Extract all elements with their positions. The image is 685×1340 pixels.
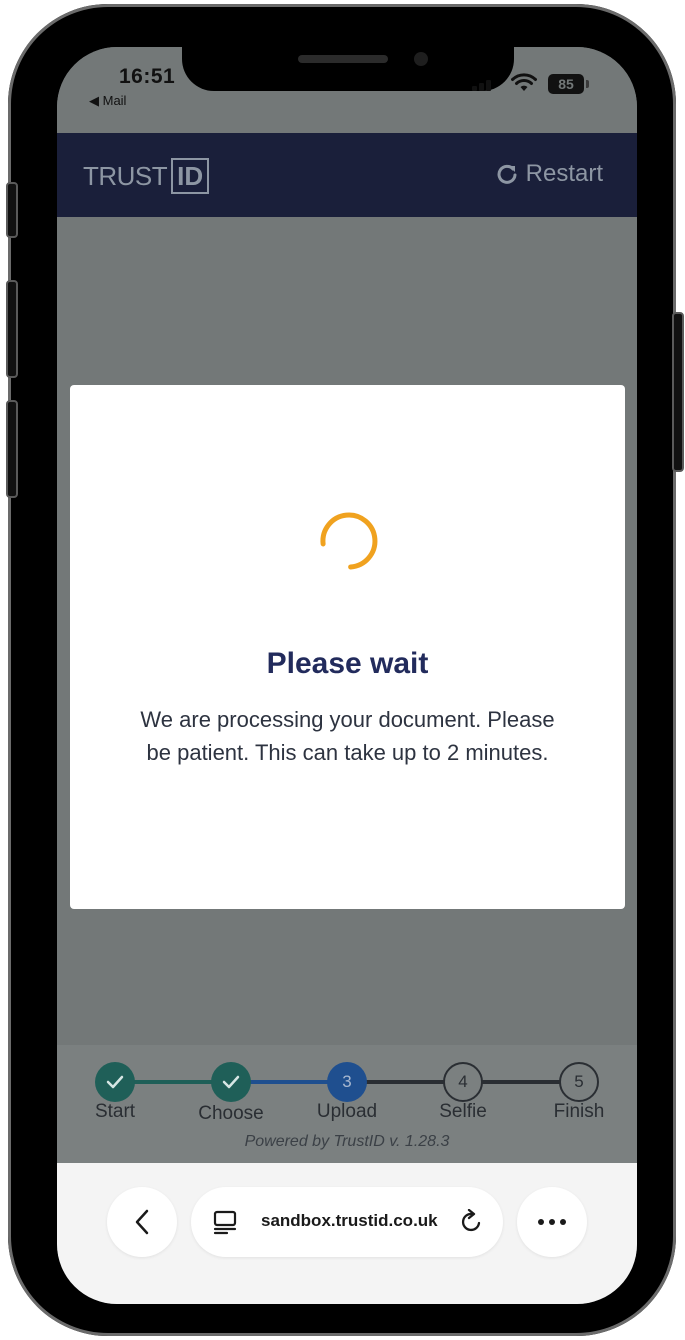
front-camera [414,52,428,66]
step-label-start: Start [94,1101,136,1122]
trustid-logo: TRUST ID [83,156,210,196]
dialog-message: We are processing your document. Please … [140,707,555,765]
battery-indicator: 85 [548,74,584,94]
logo-id-box: ID [171,158,210,194]
step-selfie-number: 4 [443,1062,483,1102]
step-label-choose: Choose [198,1103,264,1124]
screen: 16:51 ◀ Mail 85 TRUST ID Restart Please … [57,47,637,1304]
step-choose-check-icon [211,1062,251,1102]
speaker-grill [298,55,388,63]
step-label-selfie: Selfie [439,1101,487,1122]
step-finish-number: 5 [559,1062,599,1102]
step-label-finish: Finish [553,1101,605,1122]
app-header: TRUST ID Restart [57,133,637,217]
progress-stepper: 3 4 5 Start Choose Upload Selfie Finish … [57,1045,637,1163]
status-time: 16:51 [119,65,176,88]
logo-trust-text: TRUST [83,160,168,191]
phone-side-button-volume-up [6,280,18,378]
reload-icon[interactable] [459,1209,485,1235]
step-start-check-icon [95,1062,135,1102]
cellular-signal-icon [472,80,491,91]
restart-label: Restart [525,160,603,187]
step-label-upload: Upload [316,1101,378,1122]
url-text: sandbox.trustid.co.uk [261,1211,438,1230]
status-bar: 16:51 ◀ Mail 85 [57,47,637,133]
notch [182,47,514,91]
battery-tip [586,80,589,88]
processing-dialog: Please wait We are processing your docum… [70,385,625,909]
address-bar[interactable]: sandbox.trustid.co.uk [191,1187,503,1257]
browser-toolbar: sandbox.trustid.co.uk [57,1163,637,1304]
tab-overview-icon[interactable] [211,1209,239,1235]
restart-button[interactable]: Restart [496,160,603,188]
wifi-icon [511,73,537,91]
chevron-left-icon [135,1209,149,1235]
back-to-app-link[interactable]: ◀ Mail [89,93,126,109]
phone-side-button-volume-down [6,400,18,498]
browser-more-button[interactable] [517,1187,587,1257]
loading-spinner-icon [320,512,378,570]
step-upload-number: 3 [327,1062,367,1102]
phone-side-button-mute [6,182,18,238]
dialog-title: Please wait [266,647,429,680]
phone-side-button-power [672,312,684,472]
powered-by-version: Powered by TrustID v. 1.28.3 [244,1133,450,1150]
more-dots-icon [538,1219,566,1225]
restart-icon [497,164,517,184]
browser-back-button[interactable] [107,1187,177,1257]
